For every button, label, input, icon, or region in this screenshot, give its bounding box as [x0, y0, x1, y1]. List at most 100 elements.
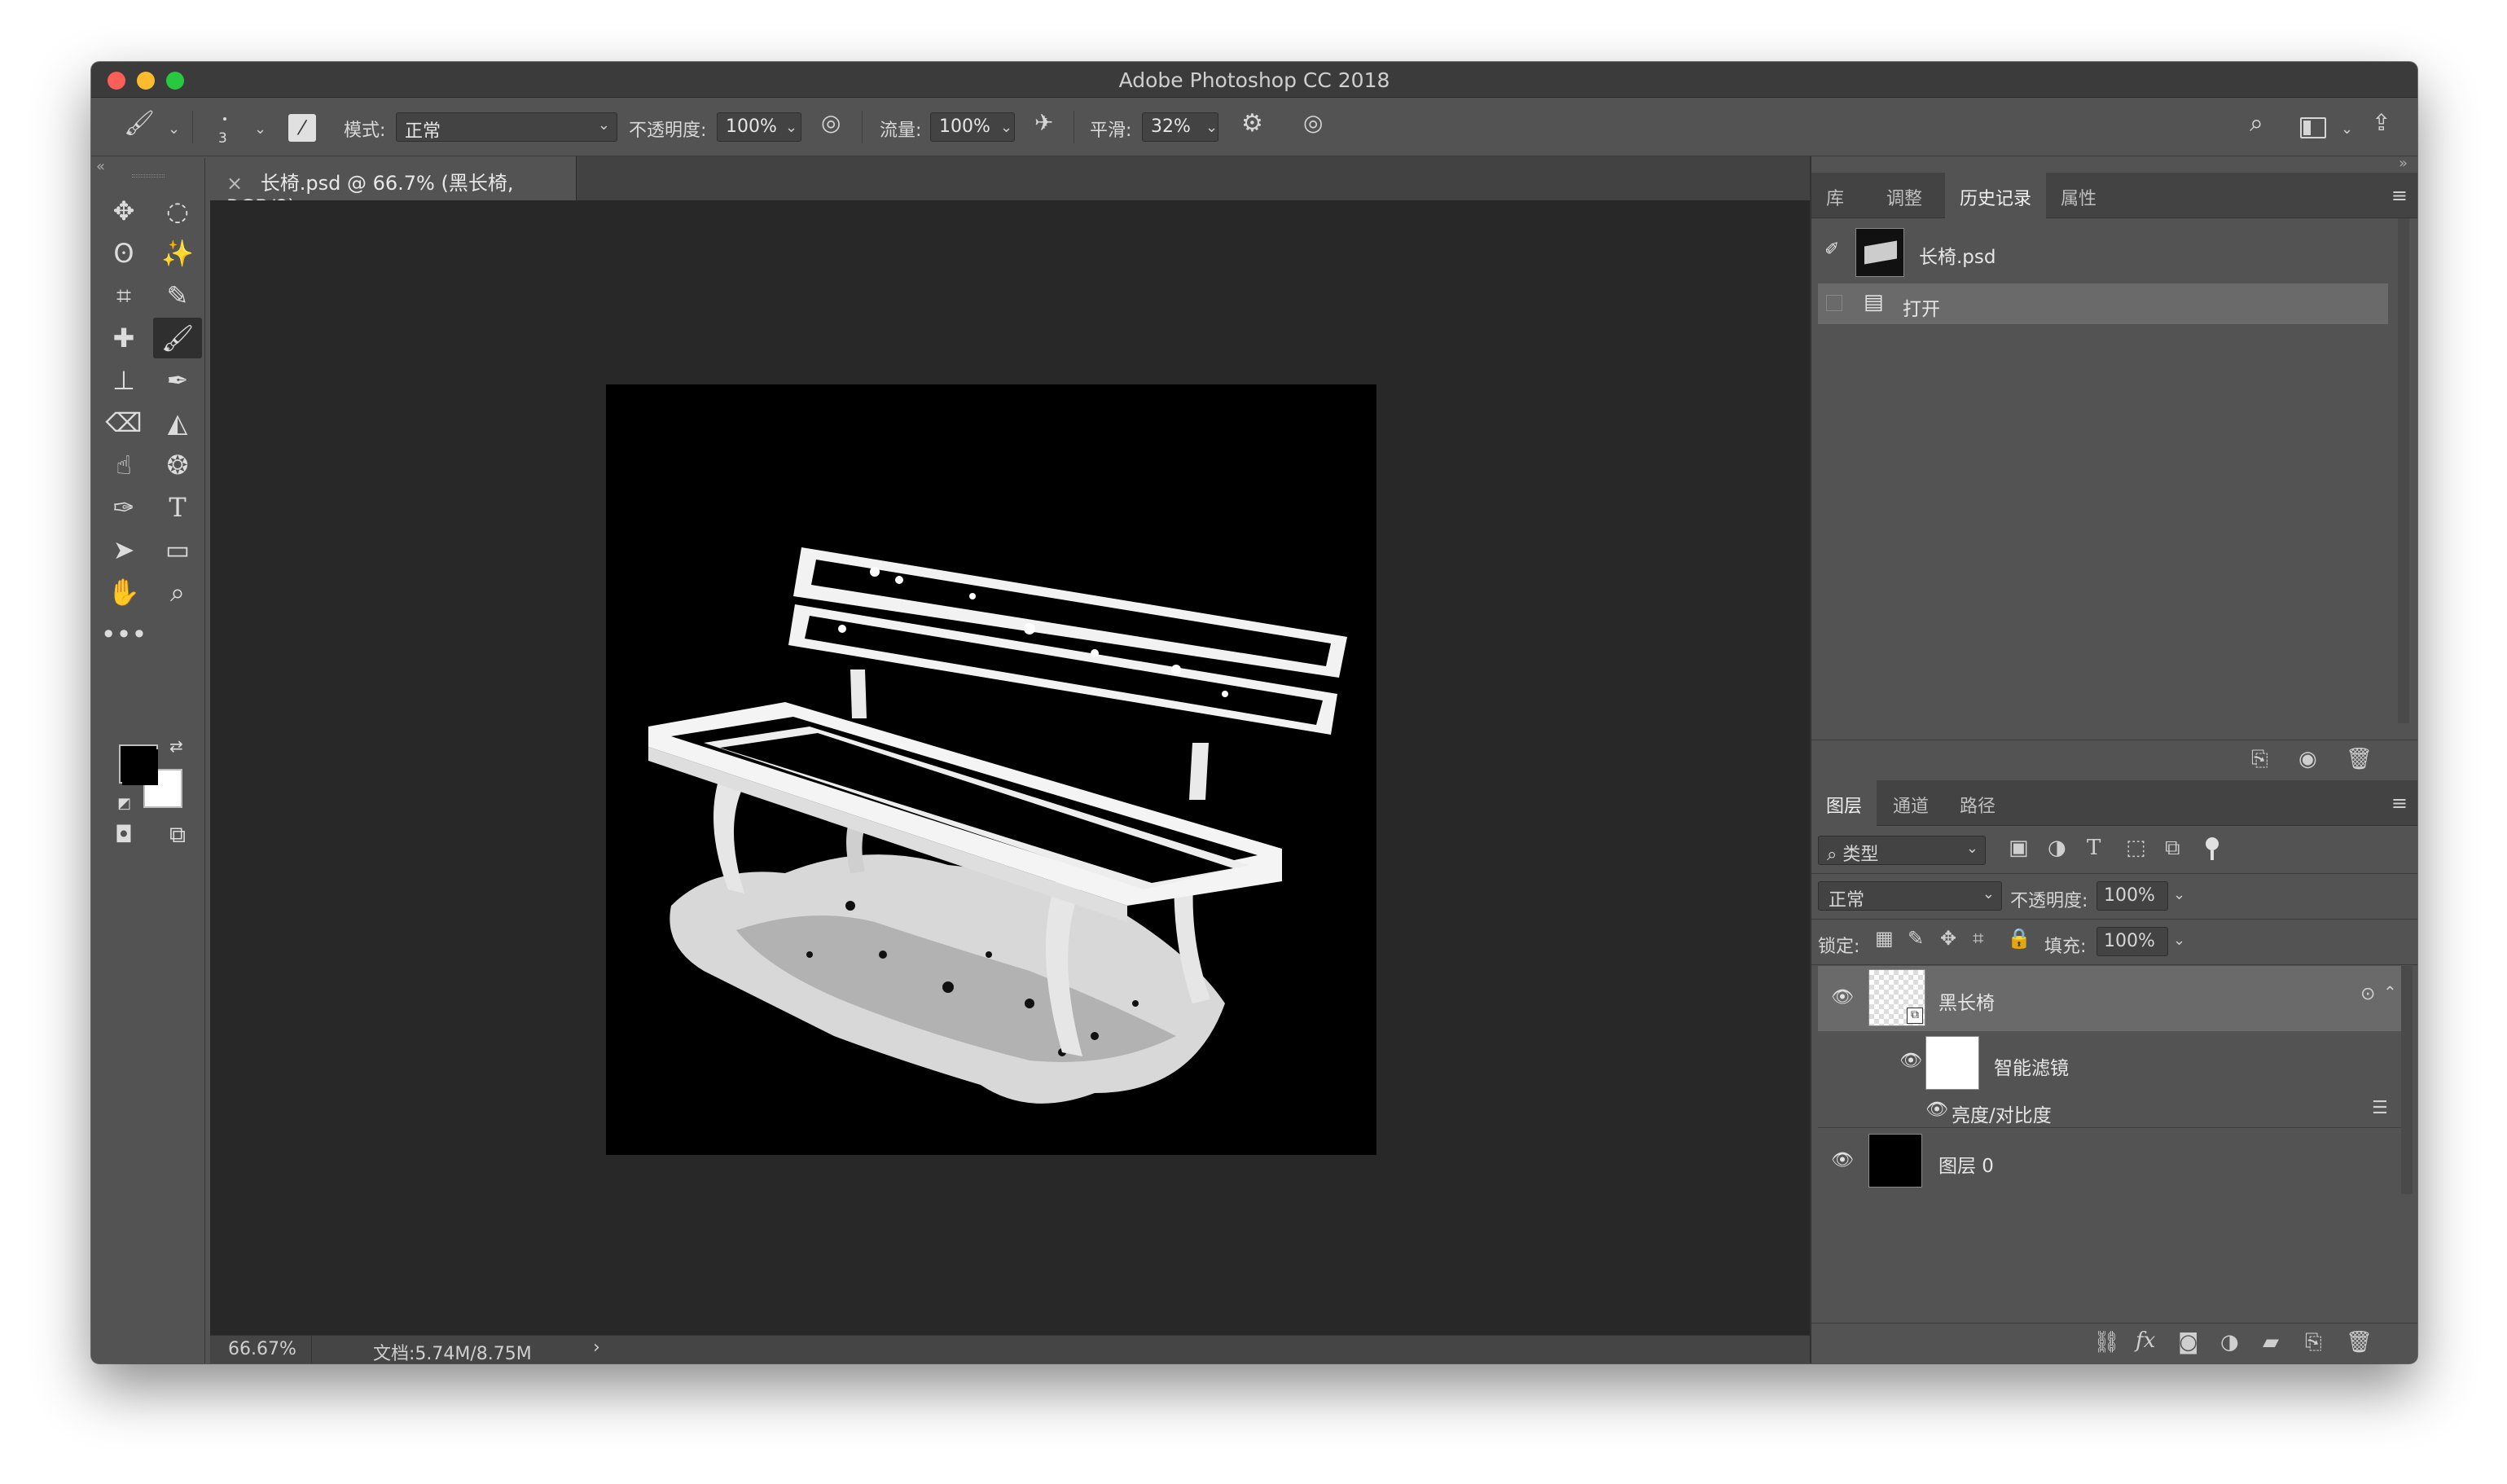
- tab-adjustments[interactable]: 调整: [1872, 173, 1937, 218]
- lock-transparent-pixels-icon[interactable]: ▦: [1875, 927, 1894, 950]
- eye-visibility-icon[interactable]: 👁: [1899, 1051, 1922, 1071]
- pixel-layer-filter-icon[interactable]: ▣: [2009, 836, 2029, 860]
- tab-paths[interactable]: 路径: [1945, 780, 2010, 826]
- chevron-down-icon[interactable]: ⌄: [254, 121, 266, 138]
- panel-menu-icon[interactable]: ≡: [2391, 792, 2408, 814]
- fill-input[interactable]: 100%: [2096, 927, 2168, 956]
- clone-stamp-tool-icon[interactable]: ⊥: [99, 360, 148, 401]
- screen-mode-icon[interactable]: ⧉: [153, 814, 202, 855]
- brush-tool-preset-icon[interactable]: 🖌: [124, 109, 155, 138]
- share-icon[interactable]: ⇪: [2372, 109, 2391, 136]
- lock-image-pixels-icon[interactable]: ✎: [1908, 927, 1924, 950]
- hand-tool-icon[interactable]: ✋: [99, 572, 148, 612]
- tab-channels[interactable]: 通道: [1878, 780, 1943, 826]
- chevron-down-icon[interactable]: ⌄: [785, 119, 797, 136]
- lock-artboard-icon[interactable]: ⌗: [1973, 927, 1984, 950]
- quick-mask-icon[interactable]: ◘: [99, 814, 148, 855]
- type-layer-filter-icon[interactable]: T: [2087, 836, 2101, 860]
- swap-colors-icon[interactable]: ⇄: [169, 736, 183, 756]
- brush-size-picker[interactable]: 3: [205, 106, 246, 151]
- move-tool-icon[interactable]: ✥: [99, 191, 148, 231]
- pen-tool-icon[interactable]: ✑: [99, 487, 148, 528]
- rectangle-tool-icon[interactable]: ▭: [153, 529, 202, 570]
- history-brush-source-icon[interactable]: ✐: [1824, 239, 1839, 260]
- chevron-down-icon[interactable]: ⌄: [168, 121, 180, 138]
- layer-opacity-input[interactable]: 100%: [2096, 881, 2168, 911]
- smart-filters-indicator-icon[interactable]: ⊙: [2360, 984, 2375, 1004]
- airbrush-icon[interactable]: ✈: [1034, 109, 1053, 136]
- type-tool-icon[interactable]: T: [153, 487, 202, 528]
- tab-layers[interactable]: 图层: [1811, 780, 1877, 826]
- zoom-tool-icon[interactable]: ⌕: [153, 572, 202, 612]
- brush-tool-icon[interactable]: 🖌: [153, 318, 202, 358]
- layer-row-filter-brightness-contrast[interactable]: 👁 亮度/对比度 ☰: [1818, 1095, 2401, 1126]
- search-icon[interactable]: ⌕: [2250, 109, 2263, 138]
- smudge-tool-icon[interactable]: ☝: [99, 445, 148, 485]
- eye-visibility-icon[interactable]: 👁: [1831, 1150, 1854, 1170]
- sponge-tool-icon[interactable]: ❂: [153, 445, 202, 485]
- camera-icon[interactable]: ◉: [2298, 747, 2317, 771]
- layer-blend-mode-select[interactable]: 正常 ⌄: [1818, 881, 2002, 911]
- workspace-icon[interactable]: [2300, 117, 2326, 138]
- adjustment-layer-icon[interactable]: ◑: [2220, 1330, 2239, 1354]
- magic-wand-tool-icon[interactable]: ✨: [153, 233, 202, 274]
- history-snapshot-row[interactable]: ✐ 长椅.psd: [1818, 226, 2388, 277]
- new-document-from-state-icon[interactable]: ⎘: [2251, 747, 2268, 772]
- layer-row-smart-filters[interactable]: 👁 智能滤镜: [1818, 1033, 2401, 1095]
- lock-all-icon[interactable]: 🔒: [2007, 927, 2031, 950]
- history-brush-source-checkbox[interactable]: [1826, 295, 1842, 311]
- history-scrollbar[interactable]: [2398, 218, 2409, 723]
- eye-visibility-icon[interactable]: 👁: [1925, 1100, 1948, 1120]
- chevron-down-icon[interactable]: ⌄: [2341, 121, 2353, 138]
- history-brush-tool-icon[interactable]: ✒: [153, 360, 202, 401]
- link-layers-icon[interactable]: ⛓: [2093, 1330, 2120, 1354]
- chevron-down-icon[interactable]: ⌄: [1205, 119, 1218, 136]
- paint-bucket-tool-icon[interactable]: ◭: [153, 402, 202, 443]
- pressure-size-icon[interactable]: ◎: [1303, 109, 1323, 136]
- adjustment-layer-filter-icon[interactable]: ◑: [2048, 836, 2066, 860]
- trash-icon[interactable]: 🗑: [2346, 747, 2373, 771]
- close-tab-icon[interactable]: ×: [226, 172, 243, 195]
- panel-menu-icon[interactable]: ≡: [2391, 184, 2408, 207]
- collapse-dock-icon[interactable]: »: [2399, 155, 2408, 172]
- filter-toggle-icon[interactable]: [2206, 837, 2219, 850]
- layers-scrollbar[interactable]: [2401, 966, 2413, 1194]
- collapse-panel-icon[interactable]: «: [96, 158, 105, 175]
- chevron-down-icon[interactable]: ⌄: [2173, 932, 2185, 949]
- chevron-down-icon[interactable]: ⌄: [2173, 886, 2185, 903]
- elliptical-marquee-tool-icon[interactable]: ◌: [153, 191, 202, 231]
- mode-select[interactable]: 正常 ⌄: [396, 112, 617, 142]
- shape-layer-filter-icon[interactable]: ⬚: [2126, 836, 2146, 860]
- document-tab[interactable]: × 长椅.psd @ 66.7% (黑长椅, RGB/8): [210, 156, 577, 218]
- folder-icon[interactable]: ▰: [2263, 1330, 2279, 1354]
- gear-icon[interactable]: ⚙: [1241, 109, 1263, 138]
- brush-panel-toggle-icon[interactable]: ⁄: [288, 114, 316, 142]
- filter-blending-options-icon[interactable]: ☰: [2372, 1098, 2388, 1118]
- canvas-area[interactable]: [210, 200, 1902, 1335]
- history-step-row[interactable]: ▤ 打开: [1818, 283, 2388, 324]
- pressure-opacity-icon[interactable]: ◎: [821, 109, 841, 136]
- document-canvas-image[interactable]: [606, 384, 1376, 1155]
- path-selection-tool-icon[interactable]: ➤: [99, 529, 148, 570]
- tab-libraries[interactable]: 库: [1811, 173, 1859, 218]
- fx-layer-style-icon[interactable]: fx: [2136, 1328, 2155, 1353]
- layer-row-black-bench[interactable]: 👁 ⧉ 黑长椅 ⊙ ⌃: [1818, 966, 2401, 1031]
- tab-history[interactable]: 历史记录: [1945, 173, 2047, 218]
- default-colors-icon[interactable]: ◩: [117, 795, 131, 812]
- lock-position-icon[interactable]: ✥: [1940, 927, 1956, 950]
- edit-toolbar-icon[interactable]: •••: [99, 614, 148, 655]
- lasso-tool-icon[interactable]: ʘ: [99, 233, 148, 274]
- zoom-level[interactable]: 66.67%: [228, 1339, 296, 1359]
- add-mask-icon[interactable]: ◙: [2178, 1330, 2198, 1354]
- chevron-down-icon[interactable]: ⌄: [1000, 119, 1012, 136]
- tab-properties[interactable]: 属性: [2046, 173, 2111, 218]
- layer-filter-select[interactable]: ⌕ 类型 ⌄: [1818, 836, 1986, 865]
- crop-tool-icon[interactable]: ⌗: [99, 275, 148, 316]
- trash-icon[interactable]: 🗑: [2346, 1330, 2373, 1354]
- chevron-up-icon[interactable]: ⌃: [2383, 982, 2397, 1002]
- panel-grip[interactable]: [132, 174, 165, 178]
- layer-row-layer-0[interactable]: 👁 图层 0: [1818, 1129, 2401, 1194]
- smart-object-filter-icon[interactable]: ⧉: [2165, 836, 2180, 861]
- healing-brush-tool-icon[interactable]: ✚: [99, 318, 148, 358]
- status-menu-arrow-icon[interactable]: ›: [593, 1337, 600, 1358]
